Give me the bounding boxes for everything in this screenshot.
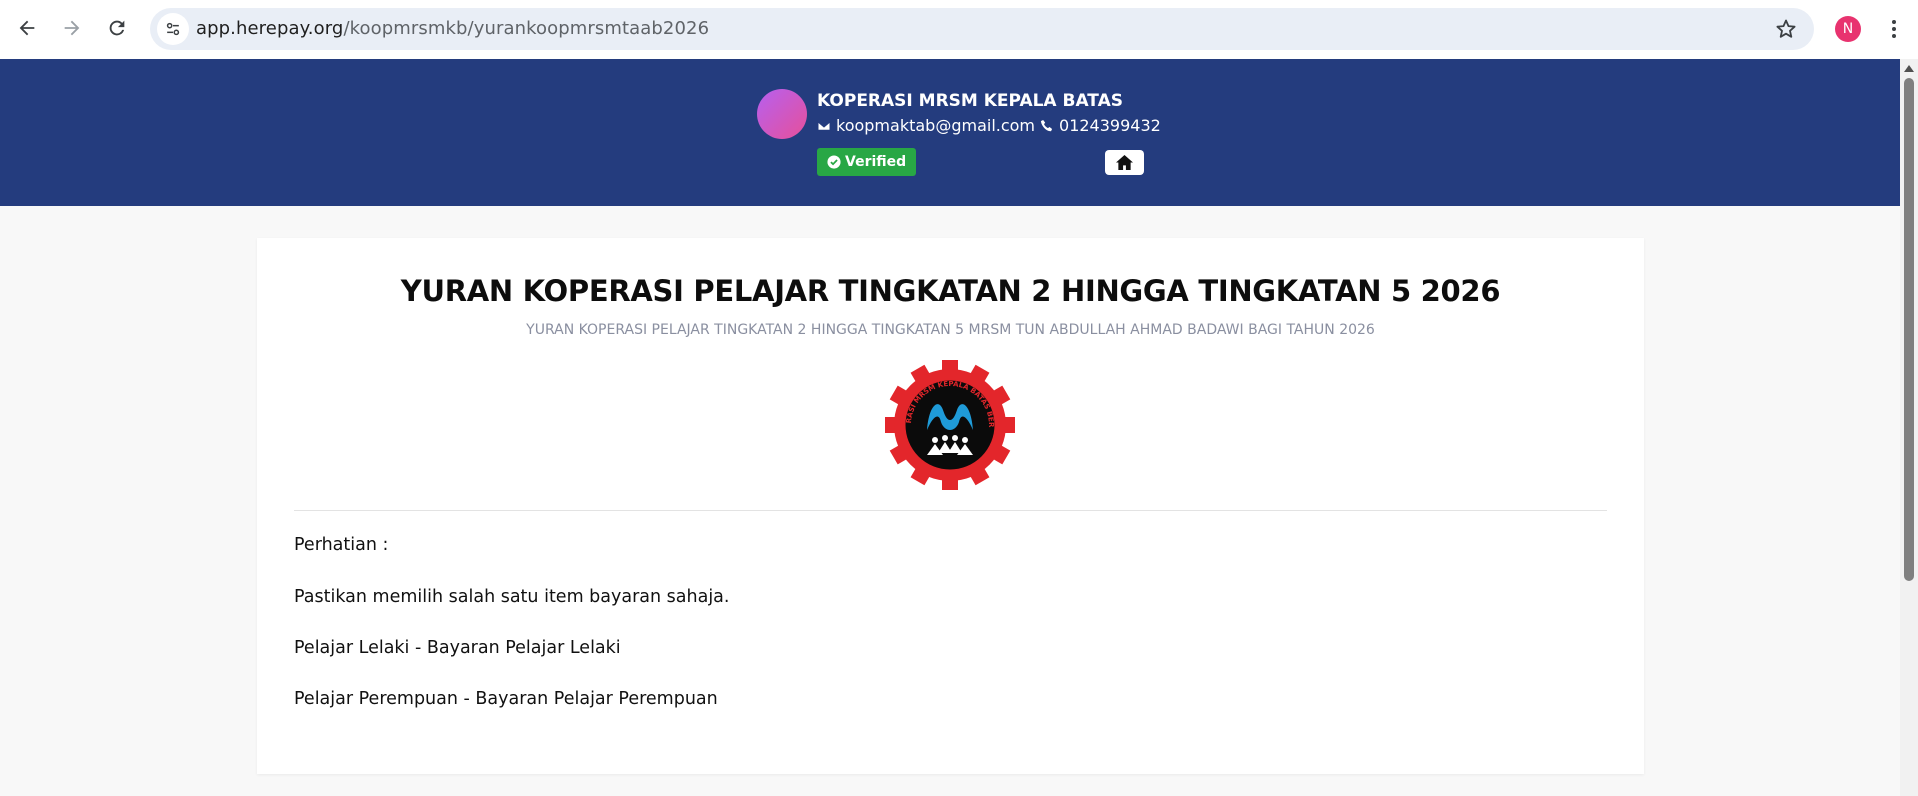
bookmark-star-icon[interactable]: [1774, 17, 1798, 41]
note-line: Pelajar Lelaki - Bayaran Pelajar Lelaki: [294, 638, 621, 658]
profile-avatar[interactable]: N: [1835, 16, 1861, 42]
url-host: app.herepay.org: [196, 18, 344, 39]
envelope-icon: [817, 120, 831, 131]
page-title: YURAN KOPERASI PELAJAR TINGKATAN 2 HINGG…: [400, 274, 1501, 308]
cooperative-logo: KOPERASI MRSM KEPALA BATAS BERHAD: [874, 354, 1023, 490]
verified-label: Verified: [845, 154, 907, 170]
home-button[interactable]: [1105, 150, 1144, 175]
note-heading: Perhatian :: [294, 535, 389, 555]
tune-icon: [166, 22, 180, 36]
merchant-header: KOPERASI MRSM KEPALA BATAS koopmaktab@gm…: [0, 59, 1900, 206]
more-vert-icon[interactable]: [1882, 14, 1906, 44]
forward-button[interactable]: [56, 12, 88, 44]
payment-card: YURAN KOPERASI PELAJAR TINGKATAN 2 HINGG…: [257, 238, 1644, 774]
phone-icon: [1040, 119, 1053, 131]
org-name: KOPERASI MRSM KEPALA BATAS: [817, 91, 1123, 111]
org-phone: 0124399432: [1059, 116, 1161, 135]
divider: [294, 510, 1607, 511]
org-contact: koopmaktab@gmail.com 0124399432: [817, 116, 1161, 135]
url-text[interactable]: app.herepay.org/koopmrsmkb/yurankoopmrsm…: [196, 18, 709, 39]
site-info-button[interactable]: [157, 13, 189, 45]
arrow-left-icon: [19, 20, 35, 36]
note-line: Pelajar Perempuan - Bayaran Pelajar Pere…: [294, 689, 718, 709]
note-line: Pastikan memilih salah satu item bayaran…: [294, 587, 730, 607]
arrow-right-icon: [64, 20, 80, 36]
check-circle-icon: [827, 155, 841, 169]
page-scrollbar[interactable]: [1900, 59, 1918, 796]
browser-toolbar: app.herepay.org/koopmrsmkb/yurankoopmrsm…: [0, 0, 1918, 59]
page-subtitle: YURAN KOPERASI PELAJAR TINGKATAN 2 HINGG…: [526, 322, 1375, 338]
url-path: /koopmrsmkb/yurankoopmrsmtaab2026: [343, 18, 710, 39]
reload-icon: [109, 20, 125, 36]
org-email: koopmaktab@gmail.com: [836, 116, 1036, 135]
scroll-up-arrow-icon[interactable]: [1904, 65, 1914, 72]
org-avatar: [757, 89, 807, 139]
scroll-thumb[interactable]: [1904, 78, 1914, 581]
home-icon: [1116, 154, 1133, 171]
verified-badge: Verified: [817, 148, 917, 176]
back-button[interactable]: [11, 12, 43, 44]
reload-button[interactable]: [101, 12, 133, 44]
address-bar[interactable]: app.herepay.org/koopmrsmkb/yurankoopmrsm…: [150, 8, 1814, 50]
